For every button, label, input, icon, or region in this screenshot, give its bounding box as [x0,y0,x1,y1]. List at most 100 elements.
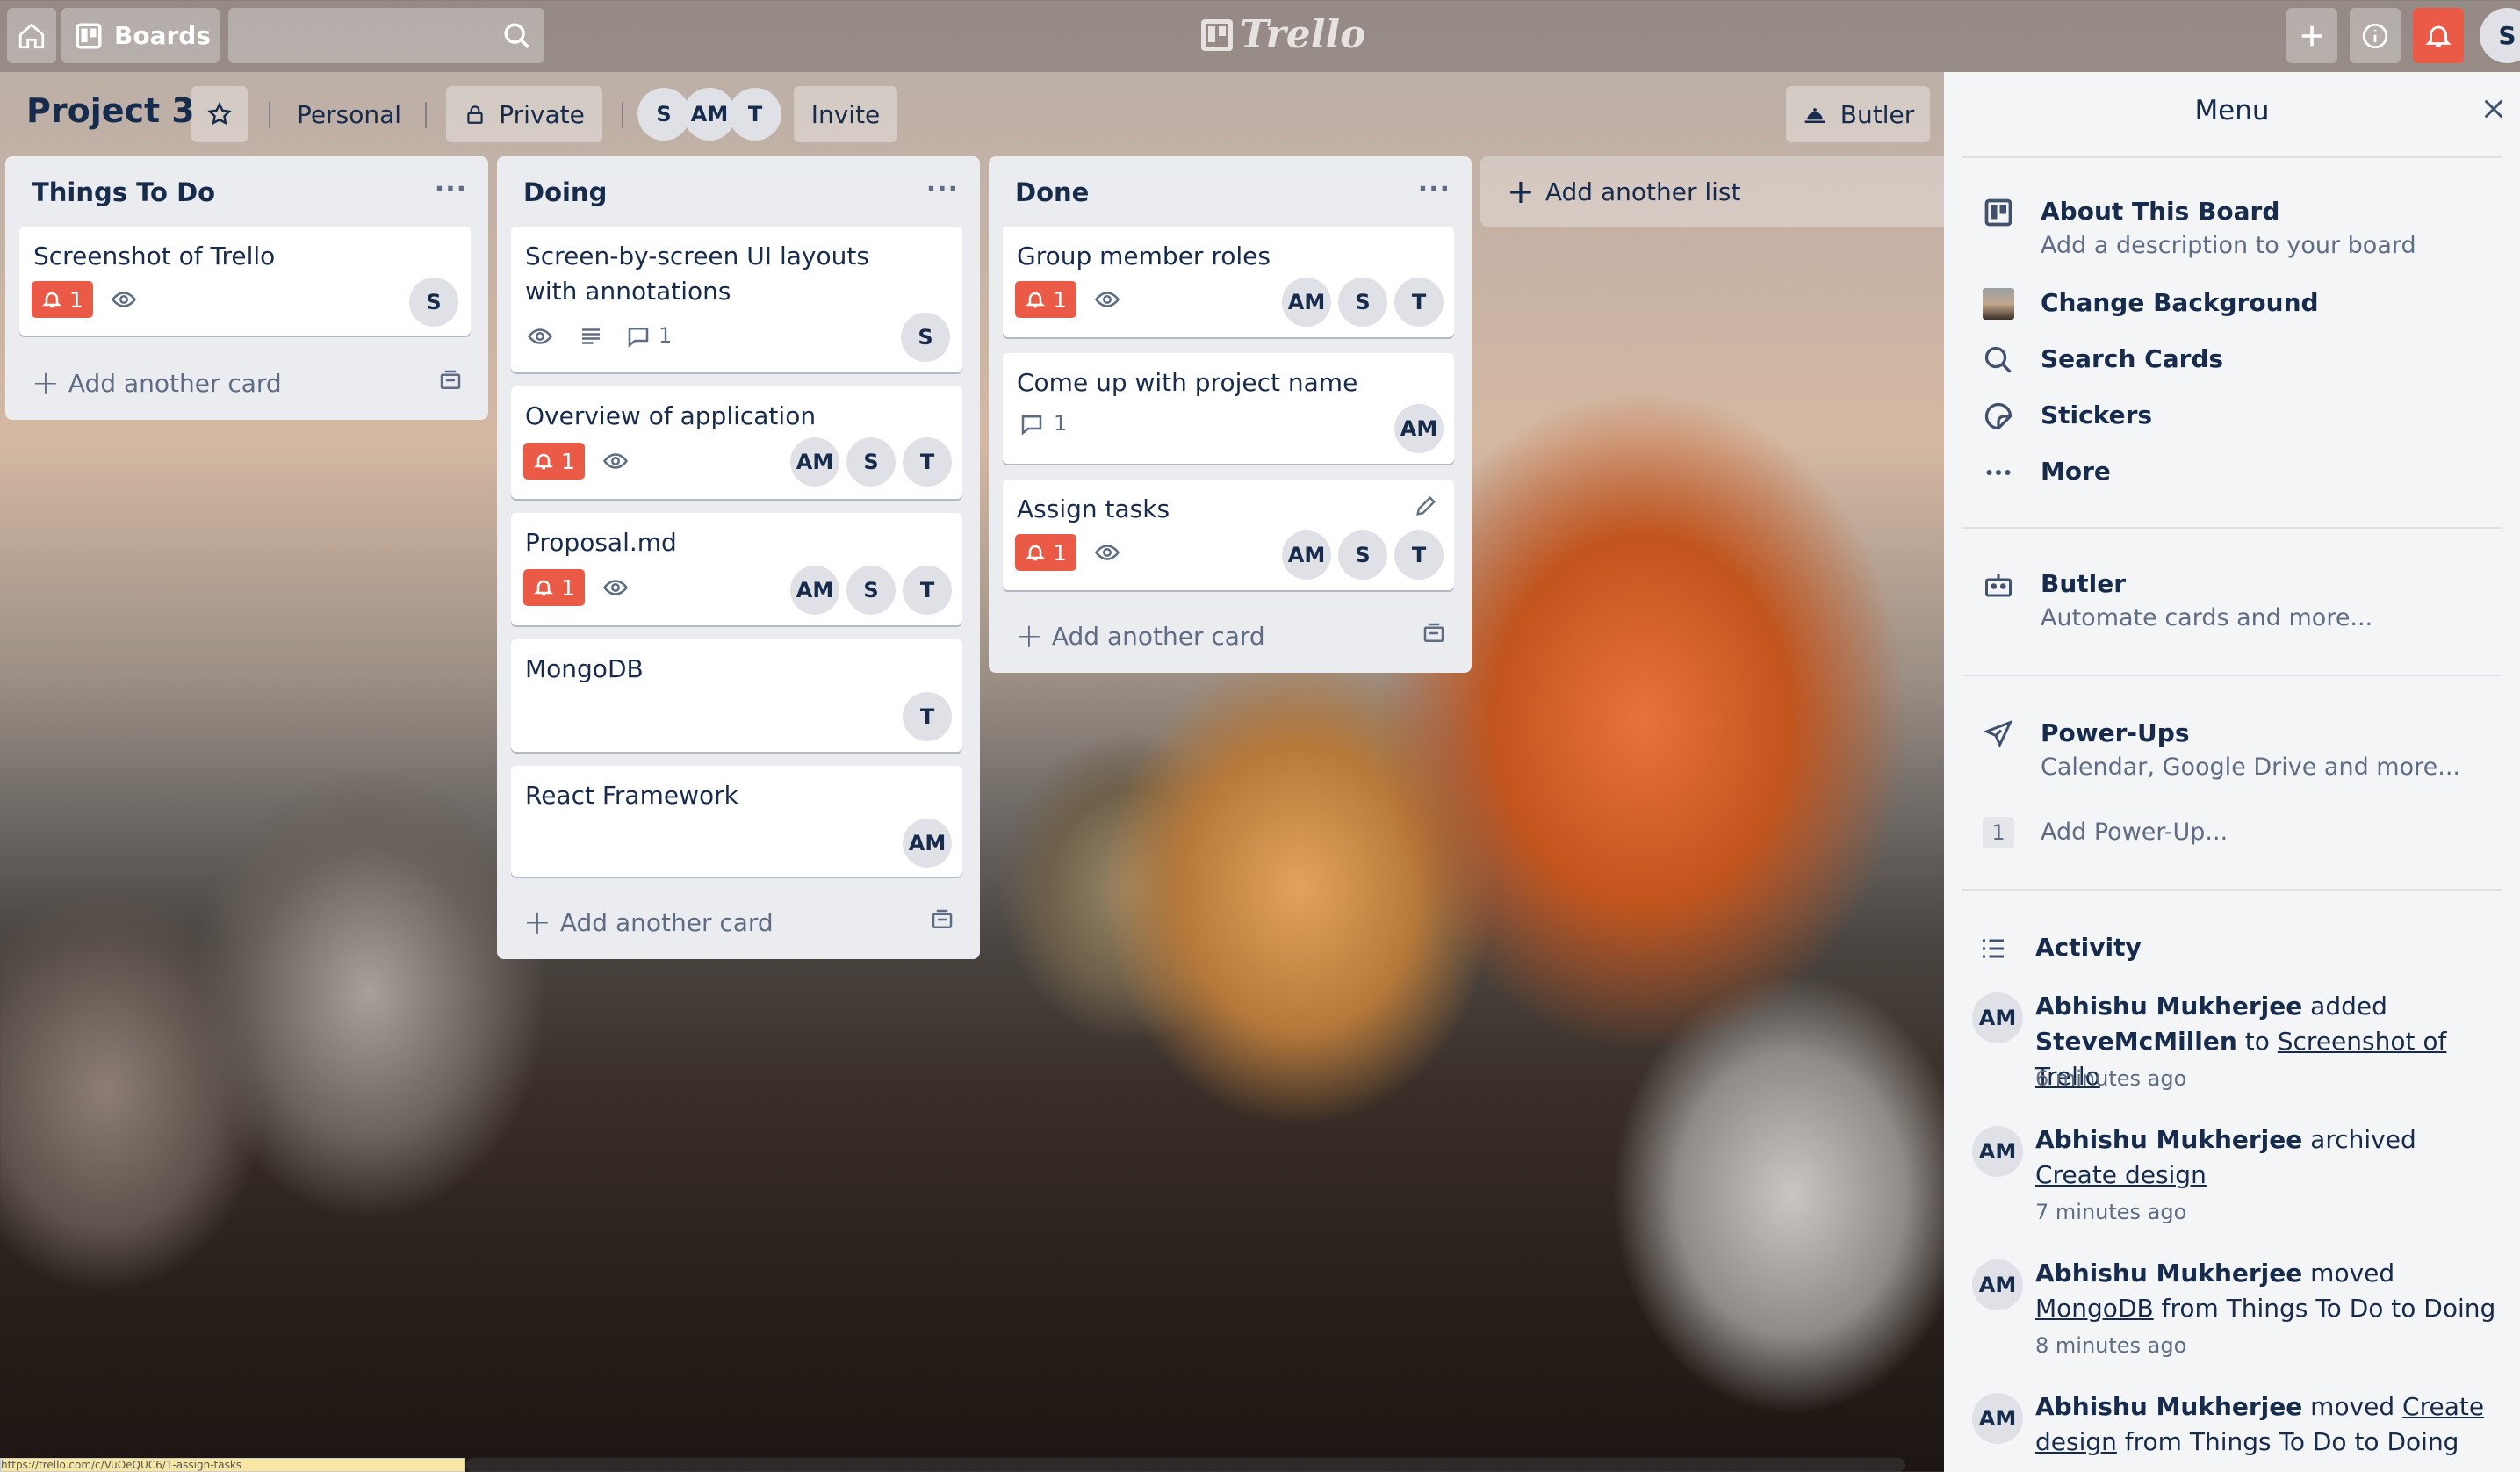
list-menu-button[interactable]: ··· [1418,174,1451,205]
activity-card-link[interactable]: MongoDB [2035,1294,2154,1323]
card-member-avatar[interactable]: T [1394,530,1444,580]
info-button[interactable] [2350,8,2401,63]
card-template-icon[interactable] [437,367,464,393]
list-menu-button[interactable]: ··· [926,174,959,205]
activity-card-link[interactable]: Create design [2035,1160,2207,1189]
card[interactable]: Group member roles 1 AM S T [1003,227,1454,337]
activity-user[interactable]: Abhishu Mukherjee [2035,1259,2302,1288]
card-template-icon[interactable] [929,906,955,933]
header-divider [425,102,427,128]
more-link[interactable]: More [2041,457,2111,486]
activity-avatar[interactable]: AM [1972,1259,2023,1310]
home-button[interactable] [7,8,56,63]
butler-link[interactable]: Butler [2041,569,2126,598]
card[interactable]: Come up with project name 1 AM [1003,353,1454,464]
search-cards-link[interactable]: Search Cards [2041,344,2223,373]
create-button[interactable] [2286,8,2337,63]
notifications-button[interactable] [2413,8,2464,63]
rocket-icon [1983,719,2013,748]
card-member-avatar[interactable]: AM [790,566,839,615]
invite-button[interactable]: Invite [794,86,897,142]
search-icon [1984,346,2012,373]
list-menu-button[interactable]: ··· [435,174,467,205]
activity-avatar[interactable]: AM [1972,992,2023,1043]
activity-user[interactable]: Abhishu Mukherjee [2035,1125,2302,1154]
card-template-icon[interactable] [1421,620,1447,646]
list-title[interactable]: Doing [523,177,607,207]
trello-logo[interactable]: Trello [1201,12,1366,57]
due-badge[interactable]: 1 [1015,534,1076,571]
card-member-avatar[interactable]: S [1338,530,1387,580]
activity-time[interactable]: 7 minutes ago [2035,1200,2186,1224]
member-avatar[interactable]: AM [683,88,736,141]
bell-icon [42,292,62,308]
activity-avatar[interactable]: AM [1972,1393,2023,1444]
card-member-avatar[interactable]: AM [1394,404,1444,453]
card[interactable]: Assign tasks 1 AM S T [1003,480,1454,590]
due-badge[interactable]: 1 [523,569,585,606]
card-member-avatar[interactable]: T [903,692,952,741]
board-icon [1984,198,2012,227]
card-member-avatar[interactable]: AM [903,819,952,868]
member-avatar[interactable]: T [729,88,781,141]
edit-pencil-icon[interactable] [1414,494,1438,518]
member-avatar[interactable]: S [637,88,690,141]
board-title[interactable]: Project 3 [26,91,195,130]
card[interactable]: Overview of application 1 AM S T [511,386,962,499]
due-count: 1 [69,286,83,313]
card-member-avatar[interactable]: S [901,313,950,362]
list-title[interactable]: Done [1015,177,1089,207]
boards-button[interactable]: Boards [61,8,220,63]
card-member-avatar[interactable]: S [409,278,458,327]
eye-icon [1094,292,1120,307]
add-card-button[interactable]: + Add another card [523,903,774,942]
change-background-link[interactable]: Change Background [2041,288,2319,317]
activity-entry: Abhishu Mukherjee moved Create design fr… [2035,1389,2501,1460]
add-card-button[interactable]: + Add another card [32,364,282,402]
add-list-button[interactable]: + Add another list [1480,156,1949,227]
card[interactable]: Screen-by-screen UI layouts with annotat… [511,227,962,372]
card-member-avatar[interactable]: T [903,566,952,615]
close-icon[interactable] [2480,95,2508,123]
card-member-avatar[interactable]: T [1394,278,1444,327]
list-title[interactable]: Things To Do [32,177,215,207]
user-avatar[interactable]: S [2480,8,2520,63]
card-member-avatar[interactable]: S [846,566,896,615]
card-member-avatar[interactable]: S [1338,278,1387,327]
activity-user[interactable]: Abhishu Mukherjee [2035,1392,2302,1421]
horizontal-scrollbar[interactable] [465,1458,1905,1472]
card-member-avatar[interactable]: S [846,437,896,487]
activity-avatar[interactable]: AM [1972,1126,2023,1177]
activity-user[interactable]: Abhishu Mukherjee [2035,992,2302,1021]
card[interactable]: React Framework AM [511,766,962,877]
activity-time[interactable]: 8 minutes ago [2035,1333,2186,1358]
card-member-avatar[interactable]: AM [1282,278,1331,327]
search-input[interactable] [228,8,544,63]
divider [1962,675,2502,676]
card-member-avatar[interactable]: T [903,437,952,487]
add-power-up-link[interactable]: Add Power-Up... [2041,819,2228,846]
visibility-button[interactable]: Private [446,86,602,142]
card-member-avatar[interactable]: AM [790,437,839,487]
butler-button[interactable]: Butler [1786,86,1930,142]
activity-entry: Abhishu Mukherjee moved MongoDB from Thi… [2035,1256,2501,1326]
card[interactable]: MongoDB T [511,639,962,752]
bell-icon [1026,545,1046,561]
stickers-link[interactable]: Stickers [2041,400,2152,429]
card[interactable]: Screenshot of Trello 1 S [19,227,471,336]
add-card-label: Add another card [68,368,282,398]
power-ups-link[interactable]: Power-Ups [2041,718,2190,747]
due-badge[interactable]: 1 [523,443,585,480]
add-card-button[interactable]: + Add another card [1015,617,1265,655]
team-button[interactable]: Personal [297,86,401,142]
due-badge[interactable]: 1 [1015,281,1076,318]
plus-icon: + [32,364,60,402]
star-button[interactable] [191,86,248,142]
card-member-avatar[interactable]: AM [1282,530,1331,580]
card[interactable]: Proposal.md 1 AM S T [511,513,962,625]
trello-logo-text: Trello [1240,12,1366,57]
activity-time[interactable]: 6 minutes ago [2035,1066,2186,1091]
power-ups-subtitle: Calendar, Google Drive and more... [2041,754,2460,781]
due-badge[interactable]: 1 [32,281,93,318]
about-board-link[interactable]: About This Board [2041,197,2279,226]
